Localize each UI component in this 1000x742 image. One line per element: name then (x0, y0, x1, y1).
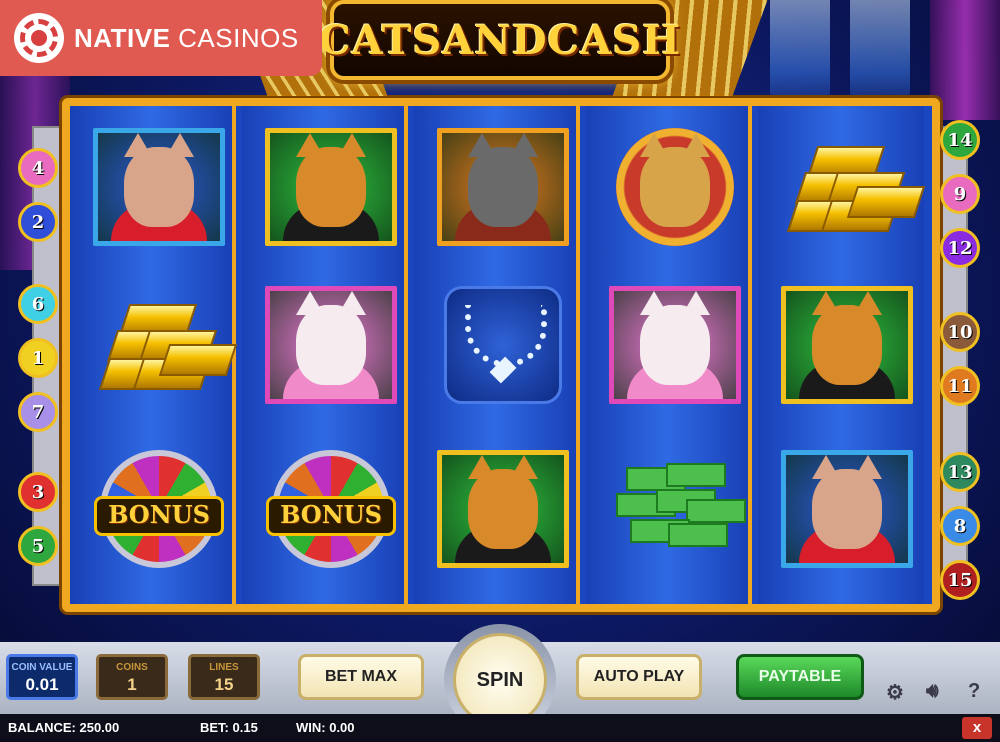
spin-button[interactable]: SPIN (453, 633, 547, 727)
symbol-singer-cat-medallion (609, 128, 741, 246)
bet-max-button[interactable]: BET MAX (298, 654, 424, 700)
symbol-cat-lady-red-dress (93, 128, 225, 246)
symbol-cash-stack-note (666, 463, 726, 487)
symbol-bonus-wheel-wheel: BONUS (94, 450, 224, 568)
symbol-tabby-cat-suit-face (296, 133, 366, 227)
symbol-white-persian-cat (609, 286, 741, 404)
casino-chip-icon (14, 13, 64, 63)
close-button[interactable]: x (962, 717, 992, 739)
coins-label: COINS (116, 662, 148, 673)
payline-marker-12[interactable]: 12 (940, 228, 980, 268)
symbol-gold-bars-bar (846, 186, 926, 218)
symbol-bonus-wheel-label: BONUS (94, 496, 224, 536)
symbol-cat-lady-red-dress-face (812, 455, 882, 549)
status-bar: BALANCE: 250.00 BET: 0.15 WIN: 0.00 (0, 714, 1000, 742)
game-title: CATSANDCASH (318, 16, 682, 64)
native-casinos-logo: NATIVE CASINOS (0, 0, 322, 76)
stage-pillar-right (930, 0, 1000, 120)
symbol-diamond-necklace-necklace (444, 286, 562, 404)
help-button[interactable]: ? (968, 680, 980, 703)
symbol-singer-cat-medallion-medallion (616, 128, 734, 246)
symbol-cash-stack-stack (616, 459, 746, 559)
payline-marker-13[interactable]: 13 (940, 452, 980, 492)
coins-box[interactable]: COINS 1 (96, 654, 168, 700)
payline-marker-2[interactable]: 2 (18, 202, 58, 242)
coin-value: 0.01 (25, 675, 59, 694)
symbol-bonus-wheel: BONUS (93, 450, 225, 568)
coins-value: 1 (127, 675, 137, 694)
symbol-white-persian-cat (265, 286, 397, 404)
payline-marker-6[interactable]: 6 (18, 284, 58, 324)
symbol-tabby-cat-suit (265, 128, 397, 246)
symbol-gold-bars (781, 128, 926, 246)
payline-marker-15[interactable]: 15 (940, 560, 980, 600)
symbol-singer-cat-medallion-face (640, 133, 710, 227)
symbol-white-persian-cat-face (296, 291, 366, 385)
symbol-bonus-wheel: BONUS (265, 450, 397, 568)
symbol-cash-stack (609, 450, 746, 568)
payline-marker-7[interactable]: 7 (18, 392, 58, 432)
win-readout: WIN: 0.00 (296, 720, 355, 735)
payline-marker-4[interactable]: 4 (18, 148, 58, 188)
payline-marker-8[interactable]: 8 (940, 506, 980, 546)
symbol-cat-lady-red-dress-face (124, 133, 194, 227)
coin-value-label: COIN VALUE (11, 662, 73, 673)
paytable-button[interactable]: PAYTABLE (736, 654, 864, 700)
symbol-gold-bars (93, 286, 238, 404)
symbol-grey-cat-dj-face (468, 133, 538, 227)
symbol-bonus-wheel-label: BONUS (266, 496, 396, 536)
symbol-tabby-cat-suit-face (468, 455, 538, 549)
symbol-gold-bars-bar (158, 344, 238, 376)
symbol-tabby-cat-suit (437, 450, 569, 568)
symbol-cash-stack-note (686, 499, 746, 523)
symbol-diamond-necklace (437, 286, 569, 404)
payline-marker-11[interactable]: 11 (940, 366, 980, 406)
symbol-cat-lady-red-dress (781, 450, 913, 568)
lines-label: LINES (209, 662, 239, 673)
coin-value-box[interactable]: COIN VALUE 0.01 (6, 654, 78, 700)
payline-marker-10[interactable]: 10 (940, 312, 980, 352)
symbol-bonus-wheel-wheel: BONUS (266, 450, 396, 568)
payline-marker-14[interactable]: 14 (940, 120, 980, 160)
auto-play-button[interactable]: AUTO PLAY (576, 654, 702, 700)
payline-marker-3[interactable]: 3 (18, 472, 58, 512)
symbol-gold-bars-stack (786, 142, 926, 232)
payline-marker-1[interactable]: 1 (18, 338, 58, 378)
bet-readout: BET: 0.15 (200, 720, 258, 735)
symbol-grey-cat-dj (437, 128, 569, 246)
lines-value: 15 (214, 675, 234, 694)
payline-marker-5[interactable]: 5 (18, 526, 58, 566)
brand-name: NATIVE CASINOS (74, 22, 299, 53)
symbol-cash-stack-note (668, 523, 728, 547)
symbol-tabby-cat-suit (781, 286, 913, 404)
lines-box[interactable]: LINES 15 (188, 654, 260, 700)
symbol-tabby-cat-suit-face (812, 291, 882, 385)
settings-icon[interactable]: ⚙ (886, 680, 904, 705)
payline-marker-9[interactable]: 9 (940, 174, 980, 214)
balance-readout: BALANCE: 250.00 (8, 720, 120, 735)
symbol-gold-bars-stack (98, 300, 238, 390)
sound-icon[interactable]: 🔊︎ (926, 680, 939, 703)
game-title-sign: CATSANDCASH (319, 0, 680, 80)
symbol-white-persian-cat-face (640, 291, 710, 385)
